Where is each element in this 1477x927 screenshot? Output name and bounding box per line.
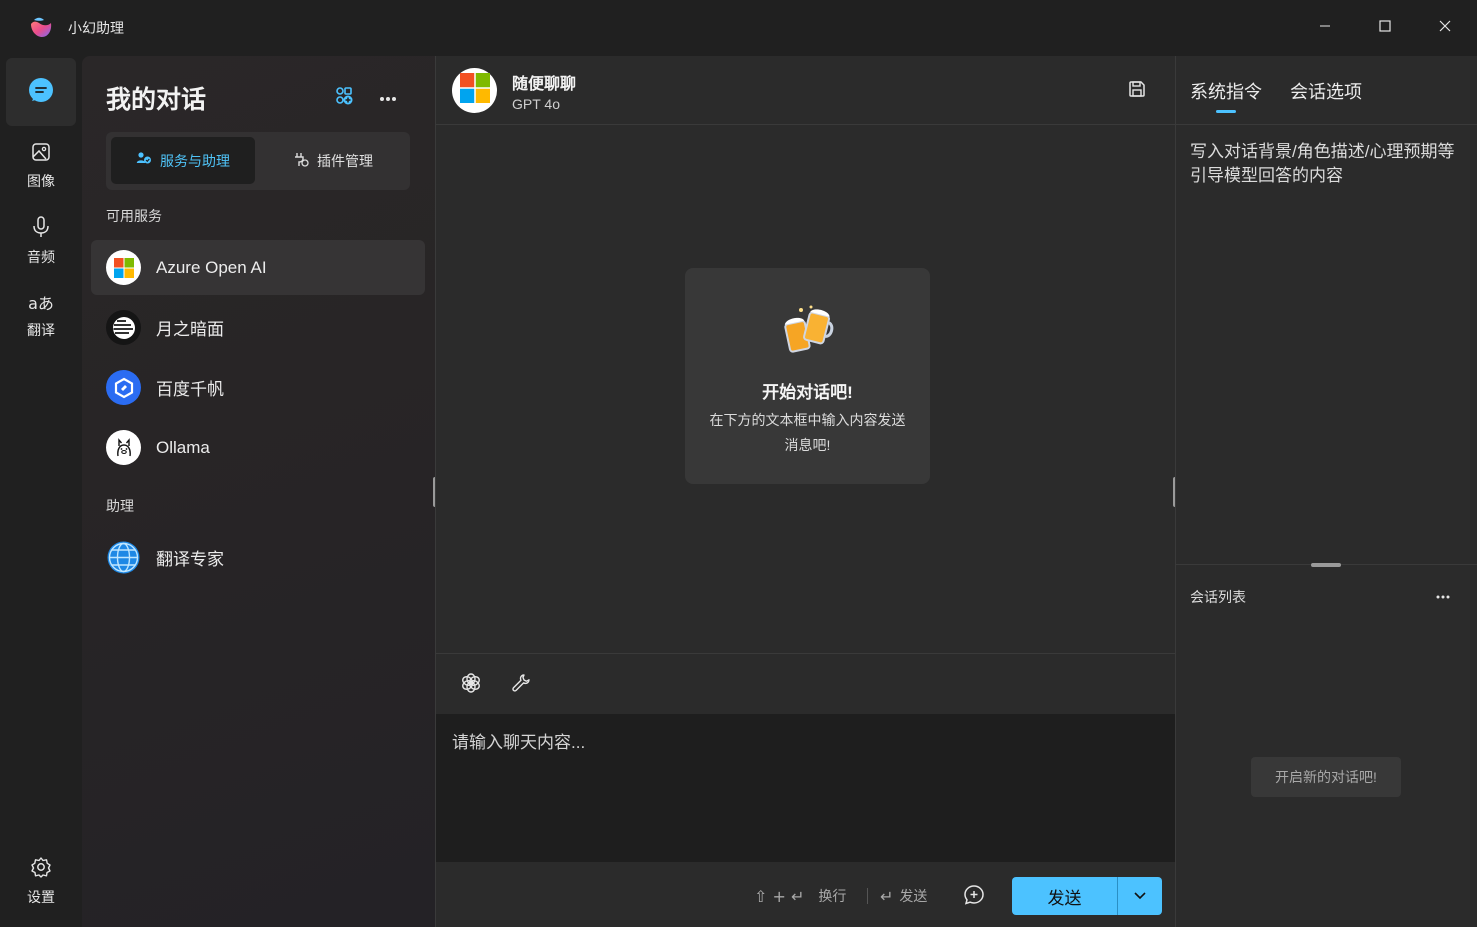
chat-model: GPT 4o xyxy=(512,96,560,112)
save-button[interactable] xyxy=(1128,80,1146,103)
session-list-more-button[interactable] xyxy=(1432,586,1454,604)
chat-add-icon xyxy=(963,885,985,910)
chat-title: 随便聊聊 xyxy=(512,76,577,93)
chat-avatar xyxy=(452,68,497,113)
add-service-button[interactable] xyxy=(330,84,358,112)
new-session-button[interactable] xyxy=(963,884,985,911)
chevron-down-icon xyxy=(1134,887,1146,905)
nav-rail: 图像 音频 aあ 翻译 设置 xyxy=(0,56,82,927)
enter-key: ↵ xyxy=(880,886,894,906)
service-name: Azure Open AI xyxy=(156,257,267,277)
openai-icon xyxy=(460,672,482,699)
input-footer: ⇧ + ↵ 换行 ↵ 发送 发送 xyxy=(436,862,1176,927)
plugin-icon xyxy=(293,151,309,170)
nav-item-translate[interactable]: aあ 翻译 xyxy=(6,290,76,340)
save-icon xyxy=(1128,81,1146,102)
session-list-title: 会话列表 xyxy=(1190,589,1246,605)
nav-item-chat[interactable] xyxy=(6,58,76,126)
title-bar: 小幻助理 xyxy=(0,0,1477,56)
tab-session-options[interactable]: 会话选项 xyxy=(1290,78,1362,104)
assistant-item-translator[interactable]: 翻译专家 xyxy=(91,530,425,585)
tools-button[interactable] xyxy=(508,672,534,698)
service-name: Ollama xyxy=(156,437,210,457)
nav-label-audio: 音频 xyxy=(27,249,55,265)
nav-item-audio[interactable]: 音频 xyxy=(6,216,76,267)
tab-plugins[interactable]: 插件管理 xyxy=(261,137,405,184)
microphone-icon xyxy=(31,216,51,241)
nav-item-settings[interactable]: 设置 xyxy=(6,856,76,907)
send-button[interactable]: 发送 xyxy=(1012,877,1117,915)
system-instruction-input[interactable] xyxy=(1190,140,1466,560)
tab-services-label: 服务与助理 xyxy=(160,152,230,169)
active-tab-indicator xyxy=(1216,110,1236,113)
assistants-label: 助理 xyxy=(106,498,134,514)
more-horizontal-icon xyxy=(1436,586,1450,604)
more-options-button[interactable] xyxy=(374,84,402,112)
beer-mugs-icon xyxy=(781,304,835,361)
newline-hint: ⇧ + ↵ 换行 xyxy=(754,886,846,906)
chat-icon xyxy=(27,77,55,108)
app-title: 小幻助理 xyxy=(68,20,124,36)
ollama-logo-icon xyxy=(106,430,141,465)
empty-state-description: 在下方的文本框中输入内容发送消息吧! xyxy=(709,412,906,453)
translate-icon: aあ xyxy=(28,294,54,313)
sidebar-segmented-control: 服务与助理 插件管理 xyxy=(106,132,410,190)
message-input-area xyxy=(436,714,1176,862)
start-new-conversation-button[interactable]: 开启新的对话吧! xyxy=(1251,757,1401,797)
message-input[interactable] xyxy=(436,714,1176,862)
globe-icon xyxy=(106,540,141,575)
session-options-panel: 系统指令 会话选项 会话列表 开启新的对话吧! xyxy=(1175,56,1477,927)
close-button[interactable] xyxy=(1415,0,1475,52)
more-horizontal-icon xyxy=(379,89,397,107)
maximize-button[interactable] xyxy=(1355,0,1415,52)
gear-icon xyxy=(30,856,52,881)
tab-system-instruction[interactable]: 系统指令 xyxy=(1190,78,1262,104)
tab-plugins-label: 插件管理 xyxy=(317,152,373,169)
input-toolbar xyxy=(436,653,1176,714)
nav-item-image[interactable]: 图像 xyxy=(6,142,76,191)
send-hint: ↵ 发送 xyxy=(880,886,927,906)
right-panel-tabs: 系统指令 会话选项 xyxy=(1176,56,1477,125)
people-icon xyxy=(136,151,152,170)
newline-hint-label: 换行 xyxy=(818,888,847,904)
conversation-sidebar: 我的对话 服务与助理 插件管理 可用服务 Azure Open AI 月之暗面 … xyxy=(82,56,435,927)
empty-state-card: 开始对话吧! 在下方的文本框中输入内容发送消息吧! xyxy=(685,268,930,484)
minimize-button[interactable] xyxy=(1295,0,1355,52)
service-item-azure[interactable]: Azure Open AI xyxy=(91,240,425,295)
service-item-baidu-qianfan[interactable]: 百度千帆 xyxy=(91,360,425,415)
send-options-button[interactable] xyxy=(1117,877,1162,915)
assistant-name: 翻译专家 xyxy=(156,550,224,569)
service-name: 百度千帆 xyxy=(156,380,224,399)
service-item-ollama[interactable]: Ollama xyxy=(91,420,425,475)
nav-label-image: 图像 xyxy=(27,173,55,189)
sidebar-title: 我的对话 xyxy=(106,86,207,114)
chat-header: 随便聊聊 GPT 4o xyxy=(436,56,1176,125)
moonshot-logo-icon xyxy=(106,310,141,345)
nav-label-settings: 设置 xyxy=(27,889,55,905)
tab-services[interactable]: 服务与助理 xyxy=(111,137,255,184)
service-item-moonshot[interactable]: 月之暗面 xyxy=(91,300,425,355)
microsoft-logo-icon xyxy=(459,73,490,108)
hint-separator xyxy=(867,888,868,904)
empty-state-title: 开始对话吧! xyxy=(762,383,853,402)
vertical-resize-handle[interactable] xyxy=(1311,563,1341,567)
send-button-group: 发送 xyxy=(1012,877,1162,915)
send-hint-label: 发送 xyxy=(899,888,928,904)
shift-enter-keys: ⇧ + ↵ xyxy=(754,886,805,906)
available-services-label: 可用服务 xyxy=(106,208,162,224)
baidu-qianfan-logo-icon xyxy=(106,370,141,405)
model-settings-button[interactable] xyxy=(458,672,484,698)
image-icon xyxy=(31,142,51,165)
nav-label-translate: 翻译 xyxy=(27,322,55,338)
add-service-icon xyxy=(334,86,354,111)
wrench-icon xyxy=(511,673,531,698)
service-name: 月之暗面 xyxy=(156,320,224,339)
chat-panel: 随便聊聊 GPT 4o 开始对话吧! 在下方的文本框中输入内容发送消息吧! 请输… xyxy=(435,56,1176,927)
microsoft-logo-icon xyxy=(106,250,141,285)
app-logo-icon xyxy=(28,14,54,40)
